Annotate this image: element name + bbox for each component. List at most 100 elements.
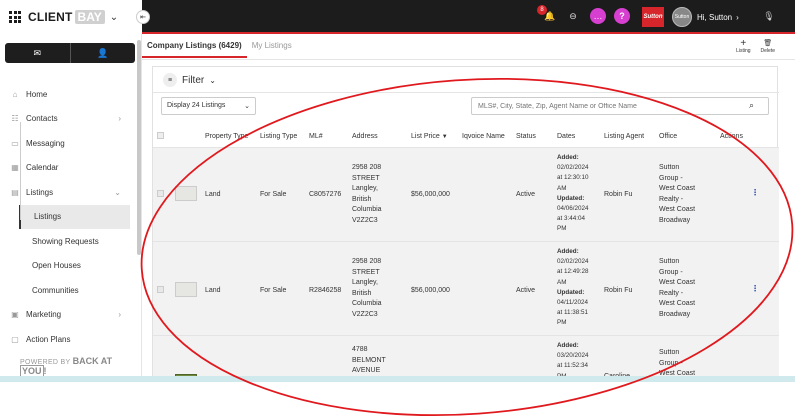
col-list-price[interactable]: List Price ▼: [411, 133, 448, 140]
sidebar-item-marketing[interactable]: ▣ Marketing ›: [0, 303, 136, 328]
office-line: West Coast: [659, 185, 696, 192]
home-icon: ⌂: [12, 89, 18, 99]
add-contact-icon[interactable]: 👤: [69, 43, 136, 63]
cell-list-price: $56,000,000: [411, 287, 450, 294]
tab-company-listings[interactable]: Company Listings (6429): [142, 36, 247, 58]
help-icon[interactable]: ?: [614, 8, 630, 24]
chevron-down-icon[interactable]: ⌄: [110, 12, 118, 23]
office-line: Group -: [659, 174, 683, 182]
cell-listing-type: For Sale: [260, 191, 287, 198]
delete-label: Delete: [760, 48, 775, 54]
col-listing-agent[interactable]: Listing Agent: [604, 133, 644, 140]
office-line: West Coast: [659, 300, 696, 307]
user-menu[interactable]: Sutton Hi, Sutton ›: [672, 3, 756, 31]
listings-panel: ≡ Filter ⌄ Display 24 Listings ⌄ ⌕ Prope…: [152, 66, 779, 381]
filter-label: Filter: [182, 74, 205, 86]
address-line: AVENUE: [352, 367, 381, 374]
office-line: West Coast: [659, 206, 696, 213]
sidebar-subitem-communities[interactable]: Communities: [0, 278, 136, 303]
search-input[interactable]: [471, 97, 769, 115]
row-checkbox[interactable]: [157, 286, 164, 293]
office-line: Broadway: [659, 216, 691, 224]
marketing-icon: ▣: [11, 310, 19, 320]
avatar: Sutton: [672, 7, 692, 27]
address-line: Columbia: [352, 206, 382, 213]
col-ml[interactable]: ML#: [309, 133, 323, 140]
sidebar-item-label: Showing Requests: [32, 236, 99, 246]
col-dates[interactable]: Dates: [557, 133, 575, 140]
notification-badge: 8: [537, 5, 547, 15]
collapse-sidebar-icon[interactable]: ⇤: [136, 10, 150, 24]
sidebar-item-home[interactable]: ⌂ Home: [0, 82, 136, 107]
sidebar-item-label: Listings: [34, 212, 62, 222]
more-actions-icon[interactable]: ⋮: [751, 284, 759, 293]
link-icon[interactable]: ⊖: [565, 8, 581, 24]
address-line: 2958 208: [352, 164, 382, 171]
filter-toggle[interactable]: ≡ Filter ⌄: [163, 73, 216, 87]
address-line: 4788: [352, 346, 368, 353]
sidebar-subitem-listings[interactable]: Listings: [19, 204, 130, 229]
chevron-right-icon: ›: [118, 114, 121, 124]
bottom-strip: [0, 376, 795, 382]
col-listing-type[interactable]: Listing Type: [260, 133, 297, 140]
add-listing-label: Listing: [736, 48, 751, 54]
cell-listing-type: For Sale: [260, 287, 287, 294]
email-icon[interactable]: ✉: [5, 43, 70, 63]
table-row[interactable]: Land For Sale R2846258 2958 208 STREET L…: [153, 241, 779, 335]
more-actions-icon[interactable]: ⋮: [751, 188, 759, 197]
apps-grid-icon[interactable]: [9, 11, 21, 23]
address-line: STREET: [352, 268, 380, 276]
updated-label: Updated:: [557, 288, 585, 296]
select-all-checkbox[interactable]: [157, 132, 164, 139]
search-icon[interactable]: ⌕: [749, 100, 754, 111]
date-line: 03/20/2024: [557, 352, 589, 360]
listing-thumbnail[interactable]: [175, 282, 197, 297]
col-property-type[interactable]: Property Type: [205, 133, 248, 140]
col-invoice-name[interactable]: Iqvoice Name: [462, 133, 505, 140]
office-line: Broadway: [659, 310, 691, 318]
action-plans-icon: ▢: [11, 334, 19, 344]
brand-badge: BAY: [74, 10, 105, 24]
sidebar-scrollbar[interactable]: [137, 40, 141, 255]
cell-status: Active: [516, 287, 536, 294]
chevron-down-icon: ⌄: [244, 103, 250, 110]
brand-header[interactable]: CLIENT BAY ⌄: [0, 0, 142, 34]
sidebar-item-action-plans[interactable]: ▢ Action Plans: [0, 327, 136, 352]
sidebar-subitem-open-houses[interactable]: Open Houses: [0, 254, 136, 279]
date-line: AM: [557, 278, 567, 286]
sutton-logo: Sutton: [642, 7, 664, 27]
cell-office: Sutton Group - West Coast Realty - West …: [659, 257, 695, 320]
add-listing-button[interactable]: + Listing: [736, 39, 751, 55]
listing-thumbnail[interactable]: [175, 186, 197, 201]
chevron-right-icon: ›: [736, 12, 739, 22]
date-line: PM: [557, 225, 567, 233]
office-line: Sutton: [659, 349, 680, 356]
table-row[interactable]: 4788 BELMONT AVENUE Added: 03/20/2024 at…: [153, 335, 779, 381]
office-line: West Coast: [659, 279, 696, 286]
chat-icon[interactable]: …: [590, 8, 606, 24]
added-label: Added:: [557, 154, 579, 161]
tab-my-listings[interactable]: My Listings: [247, 36, 297, 58]
table-row[interactable]: Land For Sale C8057276 2958 208 STREET L…: [153, 147, 779, 241]
added-label: Added:: [557, 248, 579, 255]
address-line: 2958 208: [352, 258, 382, 265]
delete-button[interactable]: 🗑 Delete: [761, 39, 775, 54]
listings-icon: ▤: [11, 187, 19, 197]
chevron-down-icon: ⌄: [114, 187, 121, 197]
display-count-select[interactable]: Display 24 Listings ⌄: [161, 97, 256, 115]
filter-divider: [153, 92, 779, 93]
microphone-icon[interactable]: 🎙: [761, 8, 777, 24]
row-checkbox[interactable]: [157, 190, 164, 197]
col-list-price-label: List Price: [411, 133, 440, 140]
date-line: AM: [557, 184, 567, 192]
date-line: 04/06/2024: [557, 205, 589, 213]
powered-by: POWERED BY BACK AT YOU!: [20, 356, 141, 377]
sort-desc-icon: ▼: [441, 134, 448, 140]
col-status[interactable]: Status: [516, 133, 536, 140]
cell-list-price: $56,000,000: [411, 191, 450, 198]
display-count-value: Display 24 Listings: [167, 102, 226, 109]
sidebar-subitem-showing-requests[interactable]: Showing Requests: [0, 229, 136, 254]
address-line: British: [352, 195, 372, 203]
col-address[interactable]: Address: [352, 133, 378, 140]
col-office[interactable]: Office: [659, 133, 677, 140]
